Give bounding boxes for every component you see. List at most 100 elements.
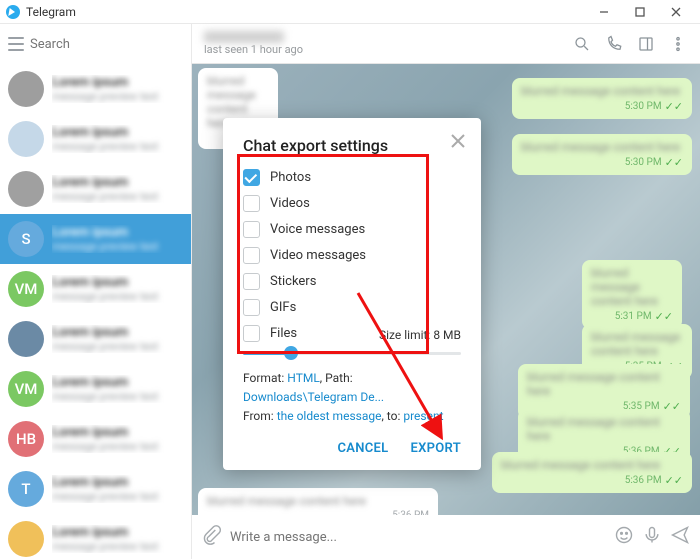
avatar: T — [8, 471, 44, 507]
export-option-label: Video messages — [270, 248, 366, 263]
search-input[interactable] — [30, 30, 196, 58]
format-link[interactable]: HTML — [287, 371, 320, 385]
chat-item-name: Lorem ipsum — [52, 525, 183, 540]
message-time: 5:30 PM ✓✓ — [521, 100, 683, 113]
chat-header: last seen 1 hour ago — [192, 24, 700, 64]
avatar — [8, 521, 44, 557]
chat-item-name: Lorem ipsum — [52, 275, 183, 290]
export-option-label: Photos — [270, 170, 311, 185]
chat-item-preview: message preview text — [52, 540, 183, 553]
chat-item-preview: message preview text — [52, 290, 183, 303]
chat-export-settings-modal: Chat export settings Photos Videos Voice… — [223, 118, 481, 470]
avatar: VM — [8, 371, 44, 407]
chat-list-item[interactable]: HB Lorem ipsum message preview text — [0, 414, 191, 464]
export-option-label: Voice messages — [270, 222, 365, 237]
message-bubble[interactable]: blurred message content here 5:36 PM ✓✓ — [492, 452, 692, 493]
more-icon[interactable] — [668, 34, 688, 54]
app-title: Telegram — [26, 5, 76, 19]
chat-list-item[interactable]: Lorem ipsum message preview text — [0, 64, 191, 114]
chat-item-preview: message preview text — [52, 340, 183, 353]
avatar — [8, 71, 44, 107]
export-option[interactable]: Photos — [243, 169, 461, 186]
export-option[interactable]: GIFs — [243, 299, 461, 316]
chat-item-preview: message preview text — [52, 140, 183, 153]
send-button[interactable] — [670, 525, 690, 549]
window-maximize-button[interactable] — [622, 0, 658, 24]
export-option-label: Stickers — [270, 274, 316, 289]
size-limit-slider[interactable] — [243, 352, 461, 355]
checkbox[interactable] — [243, 325, 260, 342]
sidebar-panel-icon[interactable] — [636, 34, 656, 54]
window-titlebar: Telegram — [0, 0, 700, 24]
chat-item-preview: message preview text — [52, 390, 183, 403]
message-time: 5:36 PM — [207, 510, 429, 515]
message-text: blurred message content here — [527, 370, 681, 398]
search-chat-icon[interactable] — [572, 34, 592, 54]
sidebar: Lorem ipsum message preview text Lorem i… — [0, 24, 192, 559]
export-button[interactable]: EXPORT — [410, 441, 461, 456]
chat-item-name: Lorem ipsum — [52, 425, 183, 440]
checkbox[interactable] — [243, 169, 260, 186]
chat-title — [204, 31, 284, 43]
message-bubble[interactable]: blurred message content here 5:36 PM — [198, 488, 438, 515]
chat-status: last seen 1 hour ago — [204, 43, 560, 56]
chat-list-item[interactable]: VM Lorem ipsum message preview text — [0, 364, 191, 414]
message-bubble[interactable]: blurred message content here 5:31 PM ✓✓ — [582, 260, 682, 329]
message-text: blurred message content here — [521, 84, 683, 98]
chat-list-item[interactable]: Lorem ipsum message preview text — [0, 514, 191, 559]
chat-item-preview: message preview text — [52, 190, 183, 203]
chat-item-name: Lorem ipsum — [52, 475, 183, 490]
menu-button[interactable] — [8, 32, 24, 56]
export-option-label: Videos — [270, 196, 310, 211]
message-time: 5:30 PM ✓✓ — [521, 156, 683, 169]
message-text: blurred message content here — [521, 140, 683, 154]
avatar — [8, 171, 44, 207]
chat-item-name: Lorem ipsum — [52, 325, 183, 340]
chat-item-name: Lorem ipsum — [52, 375, 183, 390]
call-icon[interactable] — [604, 34, 624, 54]
message-time: 5:36 PM ✓✓ — [501, 474, 683, 487]
chat-list-item[interactable]: Lorem ipsum message preview text — [0, 114, 191, 164]
from-link[interactable]: the oldest message — [277, 409, 382, 423]
chat-list-item[interactable]: Lorem ipsum message preview text — [0, 314, 191, 364]
attach-icon[interactable] — [202, 525, 222, 549]
message-text: blurred message content here — [207, 494, 429, 508]
message-composer — [192, 515, 700, 559]
mic-icon[interactable] — [642, 525, 662, 549]
path-link[interactable]: Downloads\Telegram De... — [243, 390, 384, 404]
message-bubble[interactable]: blurred message content here 5:30 PM ✓✓ — [512, 78, 692, 119]
chat-list-item[interactable]: VM Lorem ipsum message preview text — [0, 264, 191, 314]
avatar: VM — [8, 271, 44, 307]
chat-item-name: Lorem ipsum — [52, 225, 183, 240]
export-meta: Format: HTML, Path: Downloads\Telegram D… — [243, 369, 461, 427]
emoji-icon[interactable] — [614, 525, 634, 549]
chat-item-name: Lorem ipsum — [52, 125, 183, 140]
message-bubble[interactable]: blurred message content here 5:30 PM ✓✓ — [512, 134, 692, 175]
checkbox[interactable] — [243, 273, 260, 290]
export-option[interactable]: Stickers — [243, 273, 461, 290]
export-option[interactable]: Voice messages — [243, 221, 461, 238]
export-option[interactable]: Video messages — [243, 247, 461, 264]
chat-item-name: Lorem ipsum — [52, 75, 183, 90]
export-option-label: GIFs — [270, 300, 296, 315]
window-minimize-button[interactable] — [586, 0, 622, 24]
chat-list-item[interactable]: T Lorem ipsum message preview text — [0, 464, 191, 514]
to-link[interactable]: present — [403, 409, 443, 423]
export-option[interactable]: Videos — [243, 195, 461, 212]
cancel-button[interactable]: CANCEL — [337, 441, 388, 456]
checkbox[interactable] — [243, 221, 260, 238]
chat-list-item[interactable]: Lorem ipsum message preview text — [0, 164, 191, 214]
modal-close-button[interactable] — [449, 132, 467, 150]
chat-list-item[interactable]: S Lorem ipsum message preview text — [0, 214, 191, 264]
message-time: 5:31 PM ✓✓ — [591, 310, 673, 323]
checkbox[interactable] — [243, 247, 260, 264]
message-input[interactable] — [230, 530, 606, 545]
checkbox[interactable] — [243, 195, 260, 212]
chat-list: Lorem ipsum message preview text Lorem i… — [0, 64, 191, 559]
message-text: blurred message content here — [527, 415, 681, 443]
chat-item-preview: message preview text — [52, 240, 183, 253]
avatar — [8, 121, 44, 157]
checkbox[interactable] — [243, 299, 260, 316]
chat-item-preview: message preview text — [52, 90, 183, 103]
window-close-button[interactable] — [658, 0, 694, 24]
